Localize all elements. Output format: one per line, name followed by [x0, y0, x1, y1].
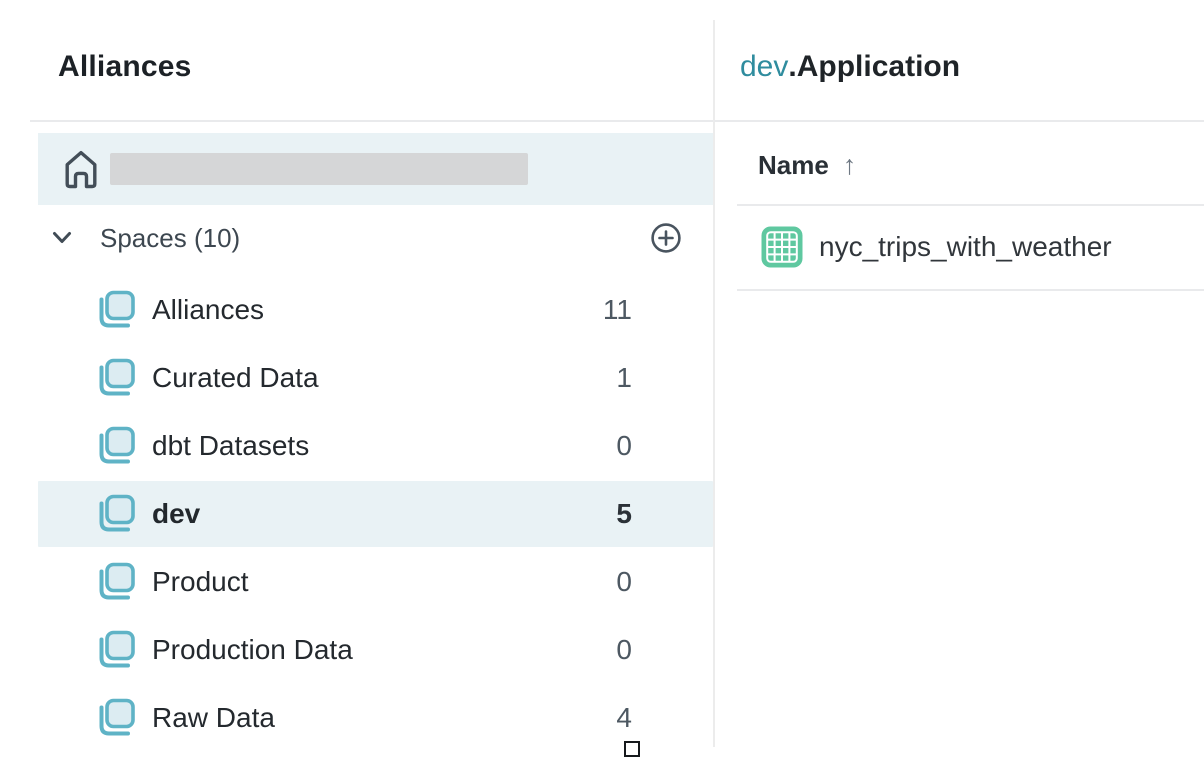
breadcrumb-separator: .: [788, 50, 796, 83]
breadcrumb: dev.Application: [740, 50, 960, 84]
row-highlight: [38, 413, 713, 479]
breadcrumb-current: Application: [797, 50, 960, 83]
space-icon: [95, 698, 135, 738]
space-icon: [95, 290, 135, 330]
space-label: Production Data: [152, 634, 353, 666]
spaces-list: Alliances 11 Curated Data 1 dbt Datasets…: [0, 276, 713, 752]
space-label: dev: [152, 498, 200, 530]
space-icon: [95, 562, 135, 602]
space-label: Alliances: [152, 294, 264, 326]
space-count: 5: [616, 498, 632, 530]
space-count: 1: [616, 362, 632, 394]
row-highlight: [38, 345, 713, 411]
space-row-alliances[interactable]: Alliances 11: [0, 276, 713, 344]
space-row-curated-data[interactable]: Curated Data 1: [0, 344, 713, 412]
row-highlight: [38, 481, 713, 547]
breadcrumb-parent-link[interactable]: dev: [740, 50, 788, 83]
sidebar-title: Alliances: [58, 50, 192, 84]
sort-ascending-icon[interactable]: ↑: [843, 150, 857, 181]
space-label: Raw Data: [152, 702, 275, 734]
row-highlight: [38, 685, 713, 751]
space-icon: [95, 426, 135, 466]
spaces-section-label: Spaces (10): [100, 223, 240, 254]
redacted-home-label: [110, 153, 528, 185]
space-count: 0: [616, 430, 632, 462]
sidebar-panel: Alliances Spaces (10) Alliances 11: [0, 0, 713, 770]
table-icon: [761, 226, 803, 268]
space-icon: [95, 494, 135, 534]
space-count: 11: [603, 294, 632, 326]
space-count: 0: [616, 566, 632, 598]
space-label: Product: [152, 566, 249, 598]
space-count: 4: [616, 702, 632, 734]
space-row-production-data[interactable]: Production Data 0: [0, 616, 713, 684]
space-row-dev[interactable]: dev 5: [0, 480, 713, 548]
space-icon: [95, 358, 135, 398]
space-label: dbt Datasets: [152, 430, 309, 462]
content-header-divider: [714, 120, 1204, 122]
dataset-row[interactable]: nyc_trips_with_weather: [737, 205, 1204, 289]
column-header-name[interactable]: Name: [758, 150, 829, 181]
table-header: Name ↑: [758, 148, 856, 182]
add-space-button[interactable]: [650, 222, 682, 254]
space-row-raw-data[interactable]: Raw Data 4: [0, 684, 713, 752]
sidebar-title-divider: [30, 120, 713, 122]
space-row-product[interactable]: Product 0: [0, 548, 713, 616]
space-label: Curated Data: [152, 362, 319, 394]
dataset-row-divider: [737, 289, 1204, 291]
dataset-name: nyc_trips_with_weather: [819, 231, 1112, 263]
home-item[interactable]: [38, 133, 713, 205]
space-icon: [95, 630, 135, 670]
space-row-dbt-datasets[interactable]: dbt Datasets 0: [0, 412, 713, 480]
chevron-down-icon[interactable]: [52, 230, 72, 246]
row-highlight: [38, 549, 713, 615]
home-icon: [62, 147, 100, 191]
missing-glyph-square: [624, 741, 640, 757]
panel-divider: [713, 20, 715, 747]
row-highlight: [38, 617, 713, 683]
space-count: 0: [616, 634, 632, 666]
spaces-section-header[interactable]: Spaces (10): [38, 220, 713, 258]
